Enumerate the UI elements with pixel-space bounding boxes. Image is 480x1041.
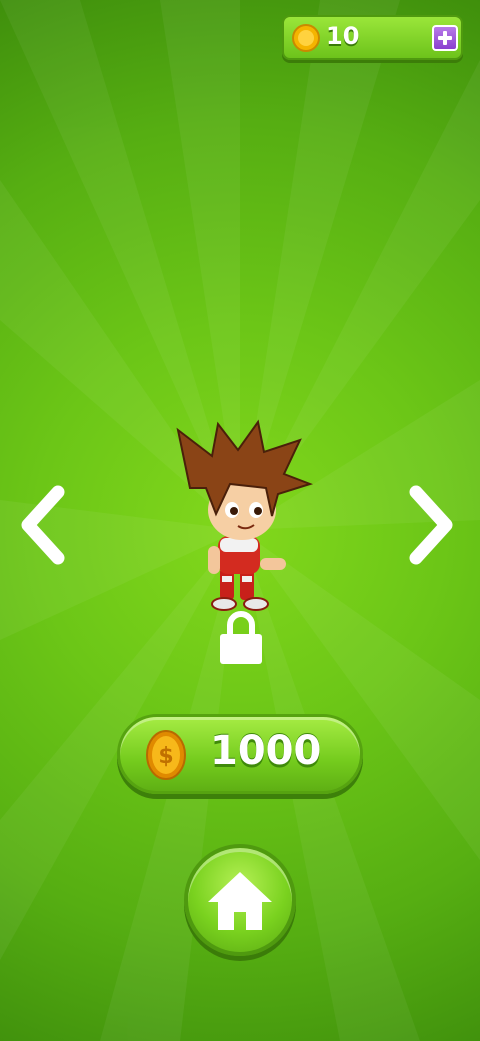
buy-character-button[interactable]: $ 1000 (117, 714, 363, 794)
character-price: 1000 (210, 728, 322, 774)
coin-counter: 10 (282, 15, 463, 60)
chevron-right-icon[interactable] (404, 484, 456, 566)
dollar-coin-icon: $ (146, 730, 186, 780)
add-coins-button[interactable] (432, 25, 458, 51)
coin-count: 10 (326, 22, 360, 50)
coin-icon (292, 24, 320, 52)
lock-icon (220, 611, 262, 664)
home-icon (208, 872, 272, 930)
home-button[interactable] (184, 844, 296, 956)
chevron-left-icon[interactable] (18, 484, 70, 566)
character-sprite (176, 419, 314, 611)
svg-text:$: $ (158, 744, 173, 769)
